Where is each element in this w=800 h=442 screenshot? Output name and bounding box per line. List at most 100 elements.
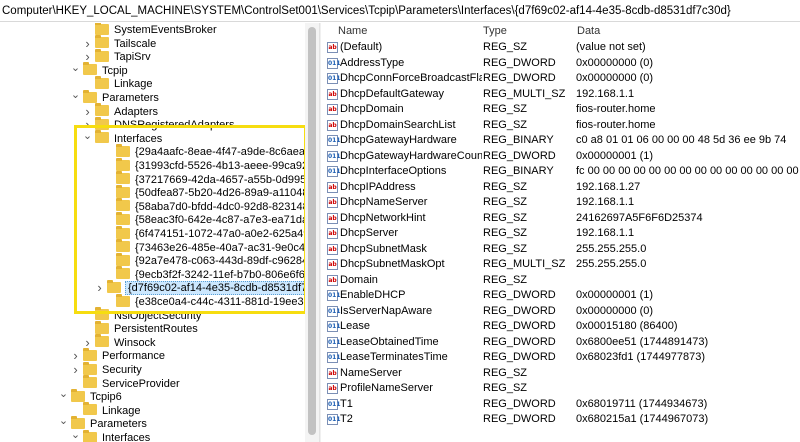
value-row[interactable]: 011T2REG_DWORD0x680215a1 (1744967073) bbox=[326, 411, 800, 427]
tree-item-label: Parameters bbox=[89, 418, 148, 430]
string-value-icon: ab bbox=[327, 42, 338, 53]
value-type: REG_DWORD bbox=[483, 318, 575, 334]
pane-splitter[interactable] bbox=[319, 23, 321, 442]
column-header-name[interactable]: Name bbox=[338, 23, 367, 39]
folder-icon bbox=[83, 350, 97, 361]
binary-value-icon: 011 bbox=[327, 290, 338, 301]
value-row[interactable]: 011IsServerNapAwareREG_DWORD0x00000000 (… bbox=[326, 303, 800, 319]
value-row[interactable]: 011LeaseObtainedTimeREG_DWORD0x6800ee51 … bbox=[326, 334, 800, 350]
value-row[interactable]: abDhcpServerREG_SZ192.168.1.1 bbox=[326, 225, 800, 241]
value-row[interactable]: abDhcpNameServerREG_SZ192.168.1.1 bbox=[326, 194, 800, 210]
folder-icon bbox=[83, 64, 97, 75]
value-row[interactable]: abProfileNameServerREG_SZ bbox=[326, 380, 800, 396]
value-type: REG_SZ bbox=[483, 365, 575, 381]
value-row[interactable]: abDhcpSubnetMaskREG_SZ255.255.255.0 bbox=[326, 241, 800, 257]
tree-item-label: Interfaces bbox=[101, 432, 151, 442]
value-row[interactable]: 011DhcpConnForceBroadcastFlagREG_DWORD0x… bbox=[326, 70, 800, 86]
tree-item-label: Adapters bbox=[113, 106, 159, 118]
value-row[interactable]: abDhcpDomainREG_SZfios-router.home bbox=[326, 101, 800, 117]
value-row[interactable]: abDhcpDefaultGatewayREG_MULTI_SZ192.168.… bbox=[326, 86, 800, 102]
value-data: 0x00000001 (1) bbox=[576, 287, 800, 303]
tree-scrollbar[interactable] bbox=[305, 23, 319, 442]
value-data: 0x00000001 (1) bbox=[576, 148, 800, 164]
value-type: REG_SZ bbox=[483, 225, 575, 241]
value-name: LeaseObtainedTime bbox=[340, 334, 482, 350]
value-data: 0x00000000 (0) bbox=[576, 303, 800, 319]
value-row[interactable]: 011EnableDHCPREG_DWORD0x00000001 (1) bbox=[326, 287, 800, 303]
tree-item-label: ServiceProvider bbox=[101, 378, 181, 390]
value-name: DhcpIPAddress bbox=[340, 179, 482, 195]
string-value-icon: ab bbox=[327, 228, 338, 239]
value-type: REG_DWORD bbox=[483, 70, 575, 86]
value-name: DhcpInterfaceOptions bbox=[340, 163, 482, 179]
value-type: REG_DWORD bbox=[483, 55, 575, 71]
tree-item-label: Tailscale bbox=[113, 38, 157, 50]
string-value-icon: ab bbox=[327, 368, 338, 379]
chevron-down-icon[interactable]: ⌄ bbox=[70, 430, 81, 440]
value-name: DhcpNameServer bbox=[340, 194, 482, 210]
value-data: 192.168.1.1 bbox=[576, 194, 800, 210]
value-name: IsServerNapAware bbox=[340, 303, 482, 319]
value-type: REG_MULTI_SZ bbox=[483, 256, 575, 272]
binary-value-icon: 011 bbox=[327, 352, 338, 363]
value-row[interactable]: 011DhcpGatewayHardwareCountREG_DWORD0x00… bbox=[326, 148, 800, 164]
column-header-type[interactable]: Type bbox=[483, 23, 507, 39]
value-data: 192.168.1.1 bbox=[576, 86, 800, 102]
tree-scrollbar-thumb[interactable] bbox=[308, 27, 316, 435]
tree-item-label: PersistentRoutes bbox=[113, 323, 199, 335]
value-row[interactable]: abNameServerREG_SZ bbox=[326, 365, 800, 381]
value-type: REG_SZ bbox=[483, 272, 575, 288]
chevron-down-icon[interactable]: ⌄ bbox=[58, 416, 69, 426]
value-row[interactable]: 011DhcpInterfaceOptionsREG_BINARYfc 00 0… bbox=[326, 163, 800, 179]
value-row[interactable]: abDomainREG_SZ bbox=[326, 272, 800, 288]
value-row[interactable]: 011T1REG_DWORD0x68019711 (1744934673) bbox=[326, 396, 800, 412]
chevron-down-icon[interactable]: ⌄ bbox=[70, 90, 81, 100]
tree-item-label: Tcpip6 bbox=[89, 391, 123, 403]
column-header-data[interactable]: Data bbox=[577, 23, 600, 39]
value-name: ProfileNameServer bbox=[340, 380, 482, 396]
value-data: 0x00015180 (86400) bbox=[576, 318, 800, 334]
chevron-down-icon[interactable]: ⌄ bbox=[58, 389, 69, 399]
string-value-icon: ab bbox=[327, 275, 338, 286]
value-data: fc 00 00 00 00 00 00 00 00 00 00 00 00 0… bbox=[576, 163, 800, 179]
value-data: (value not set) bbox=[576, 39, 800, 55]
value-type: REG_SZ bbox=[483, 39, 575, 55]
value-name: DhcpNetworkHint bbox=[340, 210, 482, 226]
value-type: REG_DWORD bbox=[483, 287, 575, 303]
value-type: REG_DWORD bbox=[483, 349, 575, 365]
value-type: REG_SZ bbox=[483, 380, 575, 396]
value-data: 0x68023fd1 (1744977873) bbox=[576, 349, 800, 365]
value-row[interactable]: abDhcpDomainSearchListREG_SZfios-router.… bbox=[326, 117, 800, 133]
value-data: 255.255.255.0 bbox=[576, 241, 800, 257]
address-bar[interactable]: Computer\HKEY_LOCAL_MACHINE\SYSTEM\Contr… bbox=[0, 0, 800, 22]
value-data: 255.255.255.0 bbox=[576, 256, 800, 272]
tree-item[interactable]: ⌄ Interfaces bbox=[70, 430, 151, 442]
binary-value-icon: 011 bbox=[327, 135, 338, 146]
tree-item-label: Linkage bbox=[101, 405, 142, 417]
value-row[interactable]: 011LeaseTerminatesTimeREG_DWORD0x68023fd… bbox=[326, 349, 800, 365]
folder-icon bbox=[83, 92, 97, 103]
value-type: REG_DWORD bbox=[483, 148, 575, 164]
string-value-icon: ab bbox=[327, 383, 338, 394]
binary-value-icon: 011 bbox=[327, 306, 338, 317]
value-row[interactable]: abDhcpNetworkHintREG_SZ24162697A5F6F6D25… bbox=[326, 210, 800, 226]
string-value-icon: ab bbox=[327, 259, 338, 270]
value-row[interactable]: 011AddressTypeREG_DWORD0x00000000 (0) bbox=[326, 55, 800, 71]
folder-icon bbox=[95, 37, 109, 48]
value-type: REG_DWORD bbox=[483, 334, 575, 350]
value-row[interactable]: 011DhcpGatewayHardwareREG_BINARYc0 a8 01… bbox=[326, 132, 800, 148]
value-data: 0x00000000 (0) bbox=[576, 70, 800, 86]
value-type: REG_SZ bbox=[483, 210, 575, 226]
value-row[interactable]: ab(Default)REG_SZ(value not set) bbox=[326, 39, 800, 55]
value-data: 24162697A5F6F6D25374 bbox=[576, 210, 800, 226]
value-name: EnableDHCP bbox=[340, 287, 482, 303]
value-row[interactable]: abDhcpSubnetMaskOptREG_MULTI_SZ255.255.2… bbox=[326, 256, 800, 272]
chevron-down-icon[interactable]: ⌄ bbox=[70, 63, 81, 73]
value-row[interactable]: abDhcpIPAddressREG_SZ192.168.1.27 bbox=[326, 179, 800, 195]
value-name: DhcpConnForceBroadcastFlag bbox=[340, 70, 482, 86]
string-value-icon: ab bbox=[327, 89, 338, 100]
value-type: REG_DWORD bbox=[483, 396, 575, 412]
binary-value-icon: 011 bbox=[327, 337, 338, 348]
value-name: DhcpGatewayHardwareCount bbox=[340, 148, 482, 164]
value-row[interactable]: 011LeaseREG_DWORD0x00015180 (86400) bbox=[326, 318, 800, 334]
